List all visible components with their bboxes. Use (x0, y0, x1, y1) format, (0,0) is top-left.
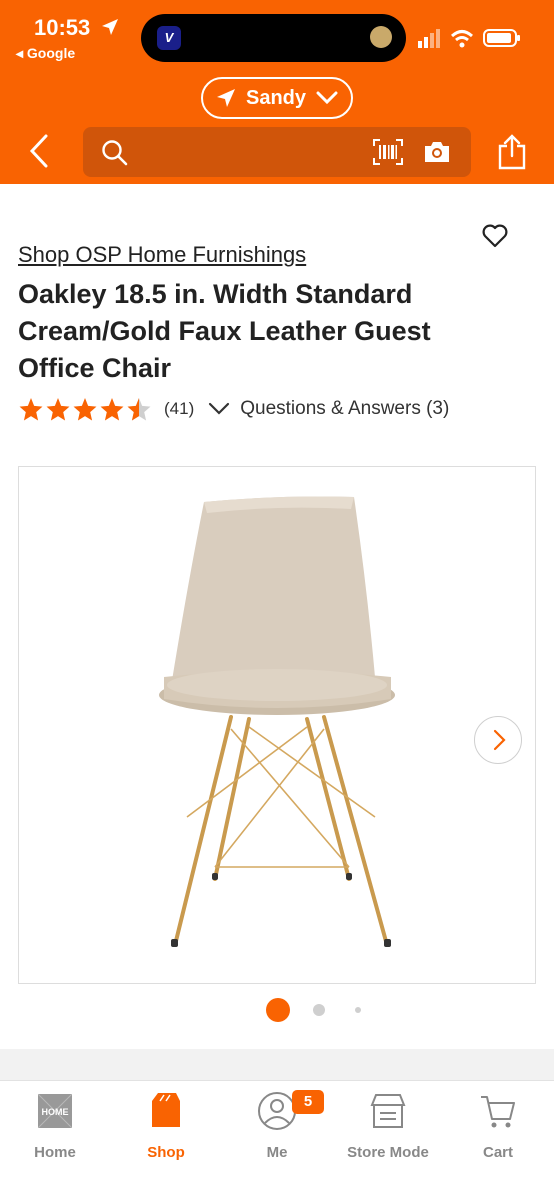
carousel-dot[interactable] (355, 1007, 361, 1013)
star-icon (19, 397, 43, 420)
location-arrow-status-icon (102, 19, 118, 35)
product-image (159, 496, 395, 947)
tab-shop[interactable]: Shop (111, 1091, 221, 1171)
barcode-scan-icon[interactable] (373, 139, 403, 165)
coin-icon (370, 26, 392, 48)
camera-icon[interactable] (423, 140, 451, 164)
status-indicators (418, 29, 520, 48)
bottom-tab-bar: HOME Home Shop Me Store Mode Cart (0, 1080, 554, 1200)
chevron-down-icon[interactable] (208, 402, 230, 416)
search-icon (102, 140, 128, 166)
status-time: 10:53 (34, 15, 91, 40)
star-icon (73, 397, 97, 420)
location-arrow-icon (216, 89, 235, 107)
chevron-right-icon (493, 729, 506, 751)
next-image-button[interactable] (474, 716, 522, 764)
tab-label: Home (34, 1144, 76, 1161)
review-count[interactable]: (41) (164, 399, 194, 419)
tab-home[interactable]: HOME Home (0, 1091, 110, 1171)
tab-label: Me (266, 1144, 288, 1161)
dynamic-island: V (141, 14, 406, 62)
carousel-dots (0, 998, 554, 1028)
back-to-app-link[interactable]: ◂ Google (16, 45, 75, 62)
tab-store-mode[interactable]: Store Mode (333, 1091, 443, 1171)
product-detail: Shop OSP Home Furnishings Oakley 18.5 in… (0, 184, 554, 1049)
product-title: Oakley 18.5 in. Width Standard Cream/Gol… (18, 279, 431, 383)
store-name: Sandy (245, 86, 307, 109)
product-image-carousel[interactable] (18, 466, 536, 984)
questions-answers-link[interactable]: Questions & Answers (3) (240, 398, 449, 420)
brand-link[interactable]: Shop OSP Home Furnishings (18, 242, 306, 268)
tab-cart[interactable]: Cart (443, 1091, 553, 1171)
vpn-app-icon: V (157, 26, 181, 50)
cart-icon (481, 1096, 515, 1128)
star-rating (18, 397, 152, 422)
back-button[interactable] (28, 134, 50, 168)
battery-icon (483, 29, 520, 47)
carousel-dot-active[interactable] (266, 998, 290, 1022)
store-icon (370, 1094, 406, 1128)
person-icon (258, 1092, 296, 1130)
rating-row[interactable]: (41) Questions & Answers (3) (18, 396, 449, 422)
store-selector-button[interactable]: Sandy (201, 77, 353, 119)
half-star-icon (127, 397, 151, 420)
signal-icon (418, 29, 440, 48)
carousel-dot[interactable] (313, 1004, 325, 1016)
app-header: 10:53 ◂ Google V Sandy (0, 0, 554, 184)
tab-label: Shop (147, 1144, 185, 1161)
chevron-down-icon (316, 91, 338, 105)
favorite-heart-icon[interactable] (482, 224, 508, 248)
tab-label: Store Mode (347, 1144, 429, 1161)
wifi-icon (450, 30, 474, 48)
star-icon (46, 397, 70, 420)
star-icon (100, 397, 124, 420)
svg-text:HOME: HOME (42, 1107, 69, 1117)
search-input[interactable] (83, 127, 471, 177)
shop-bag-icon (152, 1093, 180, 1127)
share-icon[interactable] (497, 134, 527, 170)
tab-label: Cart (482, 1144, 513, 1161)
notification-badge: 5 (292, 1090, 324, 1114)
home-depot-logo-icon: HOME (37, 1093, 73, 1129)
